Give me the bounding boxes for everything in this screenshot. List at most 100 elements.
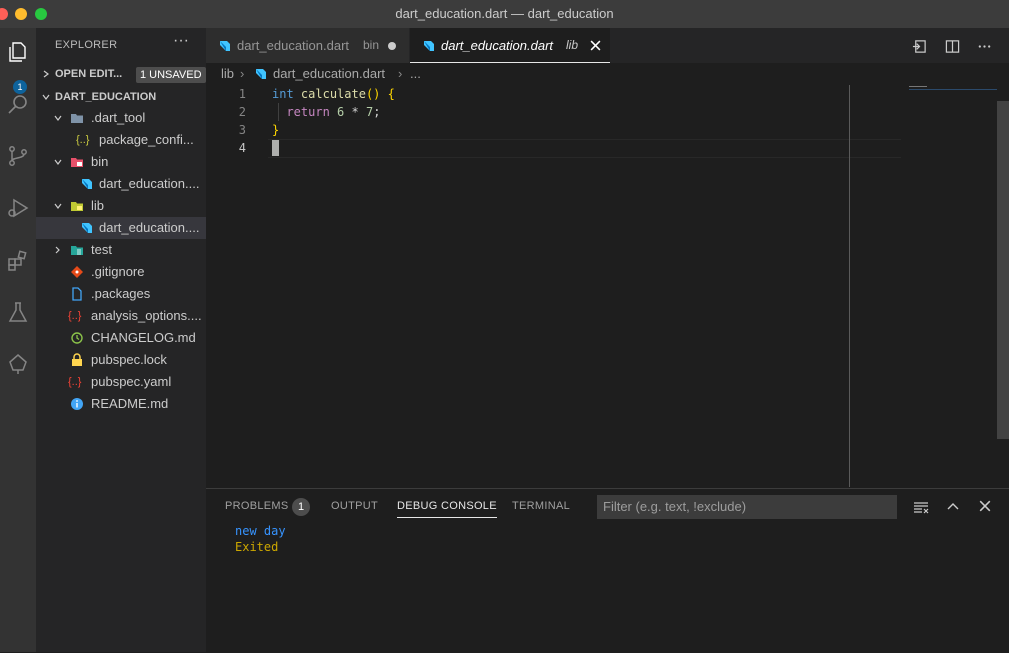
breadcrumb-symbols[interactable]: ... — [410, 63, 421, 85]
tree-item-gitignore[interactable]: .gitignore — [36, 261, 206, 283]
yaml-icon: {..} — [68, 376, 82, 388]
tab-hint: lib — [566, 38, 579, 52]
project-label: DART_EDUCATION — [55, 91, 157, 103]
split-editor-icon[interactable] — [945, 39, 960, 54]
extensions-icon[interactable] — [0, 240, 36, 280]
close-panel-icon[interactable] — [979, 500, 991, 512]
dart-icon — [220, 41, 230, 51]
code-line[interactable]: } — [272, 121, 279, 139]
dart-icon — [82, 179, 92, 189]
open-changes-icon[interactable] — [912, 39, 927, 54]
line-number: 3 — [238, 123, 246, 137]
run-debug-icon[interactable] — [0, 188, 36, 228]
unsaved-badge: 1 UNSAVED — [136, 67, 206, 83]
code-token: ; — [373, 105, 381, 119]
tab-problems[interactable]: PROBLEMS — [225, 500, 289, 512]
line-number: 2 — [238, 105, 246, 119]
tree-item-label: lib — [91, 198, 105, 213]
activity-bar: 1 — [0, 28, 36, 652]
maximize-panel-icon[interactable] — [946, 500, 960, 514]
code-token: } — [272, 123, 280, 137]
yaml-icon: {..} — [68, 310, 82, 322]
tab-hint: bin — [363, 38, 380, 52]
dart-icon — [424, 41, 434, 51]
chevron-down-icon — [54, 159, 62, 165]
text-cursor — [272, 140, 279, 156]
remote-explorer-icon[interactable] — [0, 344, 36, 384]
tree-item-analysis-options[interactable]: {..} analysis_options.... — [36, 305, 206, 327]
tree-item-test[interactable]: test — [36, 239, 206, 261]
explorer-icon[interactable] — [0, 32, 36, 72]
tab-label: dart_education.dart — [237, 38, 350, 53]
tab-lib-dart-education[interactable]: dart_education.dart lib — [410, 28, 610, 63]
testing-icon[interactable] — [0, 292, 36, 332]
tree-item-packages[interactable]: .packages — [36, 283, 206, 305]
breadcrumb: lib › dart_education.dart › ... — [206, 63, 1009, 85]
minimap[interactable] — [909, 85, 997, 93]
code-token: return — [286, 105, 330, 119]
line-number: 4 — [238, 141, 246, 155]
breadcrumb-separator: › — [240, 66, 245, 81]
tree-item-label: .gitignore — [91, 264, 145, 279]
breadcrumb-folder[interactable]: lib — [221, 63, 234, 85]
vertical-scrollbar[interactable] — [997, 101, 1009, 439]
tree-item-label: bin — [91, 154, 109, 169]
json-icon: {..} — [76, 134, 90, 146]
code-token: { — [387, 87, 395, 101]
more-actions-icon[interactable] — [977, 39, 992, 54]
tab-bin-dart-education[interactable]: dart_education.dart bin — [206, 28, 409, 63]
explorer-title: EXPLORER — [55, 39, 118, 51]
tree-item-bin[interactable]: bin — [36, 151, 206, 173]
chevron-down-icon — [42, 94, 50, 100]
tree-item-readme[interactable]: README.md — [36, 393, 206, 415]
tree-item-lib-dart-education[interactable]: dart_education.... — [36, 217, 206, 239]
open-editors-label: OPEN EDIT... — [55, 68, 123, 80]
breadcrumb-separator: › — [398, 66, 403, 81]
problems-count-badge: 1 — [292, 498, 310, 516]
tree-item-label: .packages — [91, 286, 151, 301]
tree-item-lib[interactable]: lib — [36, 195, 206, 217]
tab-terminal[interactable]: TERMINAL — [512, 500, 570, 512]
history-icon — [71, 332, 83, 344]
tree-item-label: README.md — [91, 396, 169, 411]
clear-console-icon[interactable] — [913, 499, 929, 515]
file-icon — [72, 287, 82, 301]
tab-debug-console[interactable]: DEBUG CONSOLE — [397, 500, 497, 518]
line-number: 1 — [238, 87, 246, 101]
tree-item-label: .dart_tool — [91, 110, 146, 125]
dart-icon — [82, 223, 92, 233]
code-line[interactable]: int calculate() { — [272, 85, 395, 103]
tree-item-bin-dart-education[interactable]: dart_education.... — [36, 173, 206, 195]
folder-test-icon — [71, 246, 83, 255]
close-icon[interactable] — [590, 40, 601, 51]
window-title: dart_education.dart — dart_education — [395, 6, 614, 21]
tree-item-pubspec-yaml[interactable]: {..} pubspec.yaml — [36, 371, 206, 393]
tree-item-pubspec-lock[interactable]: pubspec.lock — [36, 349, 206, 371]
code-line[interactable]: return 6 * 7; — [272, 103, 380, 121]
tree-item-label: package_confi... — [99, 132, 194, 147]
tree-item-label: pubspec.yaml — [91, 374, 172, 389]
git-icon — [71, 266, 83, 278]
tab-output[interactable]: OUTPUT — [331, 500, 378, 512]
current-line-highlight — [268, 139, 901, 158]
lock-icon — [72, 353, 82, 366]
code-editor[interactable]: 1 2 3 4 int calculate() { return 6 * 7; … — [206, 85, 1009, 487]
unsaved-dot-icon[interactable] — [388, 42, 396, 50]
search-icon[interactable] — [0, 84, 36, 124]
explorer-more-icon[interactable]: ··· — [173, 32, 189, 50]
folder-icon — [71, 114, 83, 123]
filter-input[interactable]: Filter (e.g. text, !exclude) — [597, 495, 897, 519]
chevron-right-icon — [55, 246, 60, 254]
info-icon — [71, 398, 83, 410]
code-token: calculate — [300, 87, 366, 101]
project-section[interactable]: DART_EDUCATION — [36, 86, 206, 108]
breadcrumb-file[interactable]: dart_education.dart — [273, 63, 385, 85]
tree-item-dart-tool[interactable]: .dart_tool — [36, 107, 206, 129]
tree-item-label: CHANGELOG.md — [91, 330, 196, 345]
chevron-right-icon — [43, 70, 49, 78]
tree-item-changelog[interactable]: CHANGELOG.md — [36, 327, 206, 349]
tree-item-package-config[interactable]: {..} package_confi... — [36, 129, 206, 151]
editor-tab-bar: dart_education.dart bin dart_education.d… — [206, 28, 1009, 63]
source-control-icon[interactable] — [0, 136, 36, 176]
